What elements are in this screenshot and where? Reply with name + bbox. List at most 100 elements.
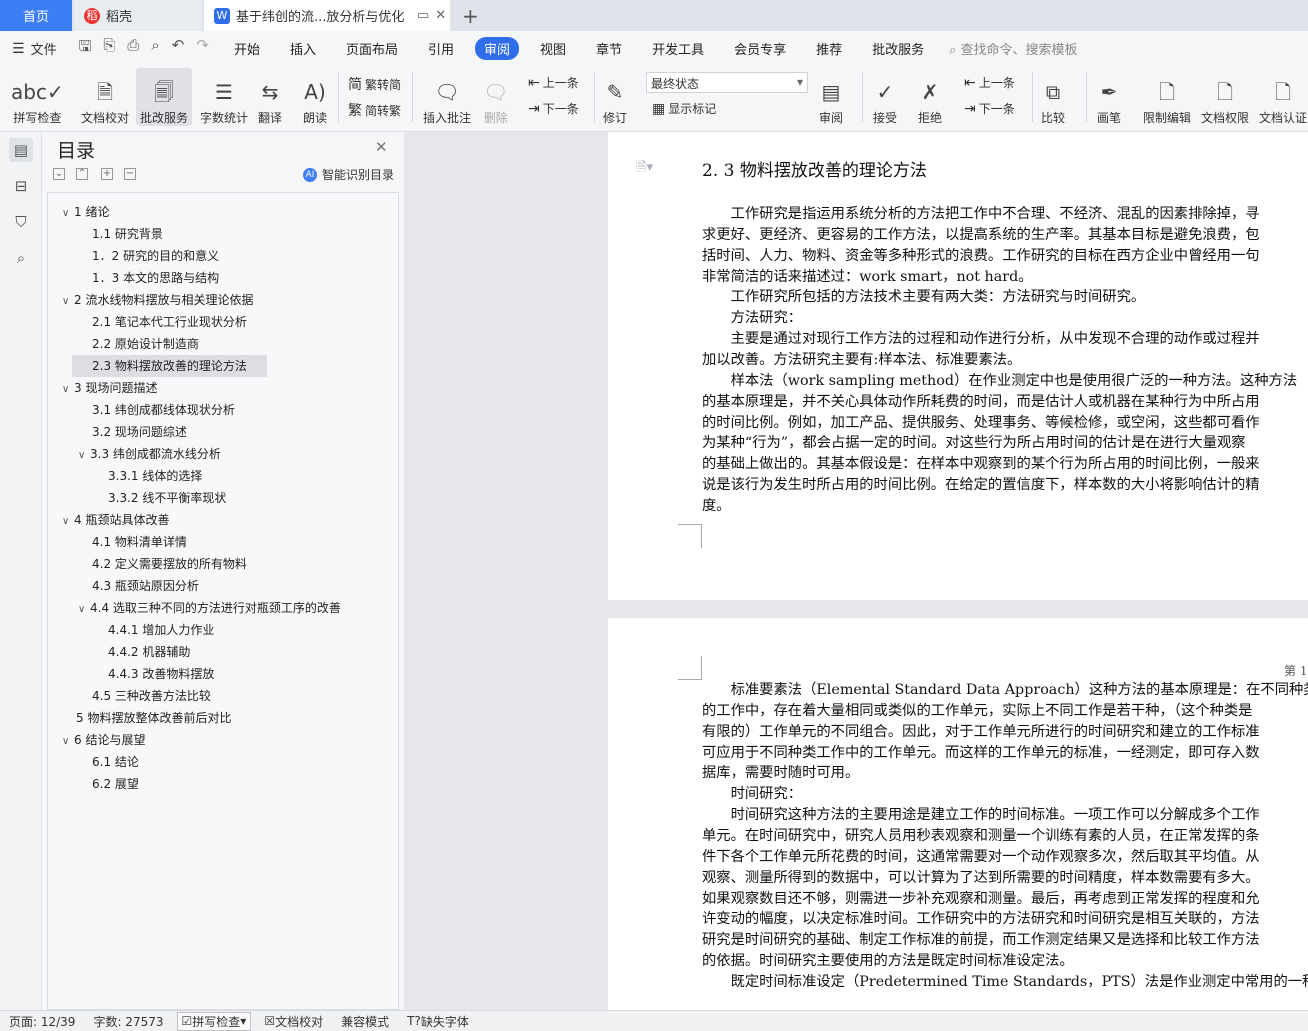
- word-count-indicator[interactable]: 字数: 27573: [84, 1013, 172, 1030]
- toc-item[interactable]: 2.1 笔记本代工行业现状分析: [92, 311, 247, 333]
- spellcheck-toggle[interactable]: ☑ 拼写检查 ▾: [176, 1011, 252, 1031]
- doc-rights-button[interactable]: 🗋 文档权限: [1198, 68, 1252, 126]
- doc-outline-icon[interactable]: 🗎▾: [636, 158, 653, 180]
- chevron-down-icon[interactable]: ∨: [62, 203, 74, 225]
- restrict-edit-button[interactable]: 🗋 限制编辑: [1140, 68, 1194, 126]
- page-indicator[interactable]: 页面: 12/39: [0, 1013, 84, 1030]
- chapter-nav-icon[interactable]: ⊟: [9, 174, 33, 198]
- toc-item[interactable]: 4.5 三种改善方法比较: [92, 685, 211, 707]
- toc-item[interactable]: ∨ 1 绪论: [62, 201, 109, 223]
- new-tab-button[interactable]: +: [462, 4, 479, 28]
- command-search[interactable]: ⌕ 查找命令、搜索模板: [949, 39, 1077, 58]
- revise-button[interactable]: ✎ 修订: [600, 68, 630, 126]
- toc-item[interactable]: ∨ 2 流水线物料摆放与相关理论依据: [62, 289, 253, 311]
- tab-daoke[interactable]: 稻 稻壳: [74, 0, 202, 31]
- close-icon[interactable]: ✕: [375, 138, 388, 156]
- toc-item[interactable]: 1．2 研究的目的和意义: [92, 245, 219, 267]
- toc-item[interactable]: 4.2 定义需要摆放的所有物料: [92, 553, 247, 575]
- toc-item[interactable]: 4.4.3 改善物料摆放: [108, 663, 214, 685]
- menu-tab[interactable]: 视图: [531, 37, 575, 60]
- display-state-select[interactable]: 最终状态: [646, 72, 808, 93]
- collapse-all-icon[interactable]: ⌃: [76, 168, 88, 180]
- toc-item[interactable]: ∨ 3.3 纬创成都流水线分析: [78, 443, 221, 465]
- show-marks-button[interactable]: ▦ 显示标记: [652, 100, 716, 117]
- file-menu-button[interactable]: ☰ 文件: [0, 39, 69, 59]
- menu-tab[interactable]: 开发工具: [643, 37, 713, 60]
- document-canvas[interactable]: 🗎▾ 2. 3 物料摆放改善的理论方法 工作研究是指运用系统分析的方法把工作中不…: [608, 132, 1308, 1010]
- menu-tab-review[interactable]: 审阅: [475, 37, 520, 60]
- tab-document[interactable]: W 基于纬创的流...放分析与优化 ▭ ✕: [204, 0, 450, 31]
- simp-to-trad-button[interactable]: 繁简转繁: [348, 100, 401, 120]
- review-pane-button[interactable]: ▤ 审阅: [816, 68, 846, 126]
- menu-tab[interactable]: 开始: [225, 37, 269, 60]
- chevron-down-icon[interactable]: ∨: [62, 731, 74, 753]
- toc-item[interactable]: ∨ 6 结论与展望: [62, 729, 145, 751]
- menu-tab[interactable]: 页面布局: [337, 37, 407, 60]
- bookmark-icon[interactable]: ⛉: [9, 210, 33, 234]
- toc-item[interactable]: 3.3.1 线体的选择: [108, 465, 202, 487]
- compare-button[interactable]: ⧉ 比较: [1038, 68, 1068, 126]
- toc-item[interactable]: 5 物料摆放整体改善前后对比: [76, 707, 231, 729]
- chevron-down-icon[interactable]: ∨: [62, 511, 74, 533]
- save-icon[interactable]: 🖫: [79, 36, 92, 61]
- toc-item[interactable]: 6.1 结论: [92, 751, 139, 773]
- undo-icon[interactable]: ↶: [172, 36, 185, 61]
- delete-comment-button[interactable]: 🗨 删除: [480, 68, 511, 126]
- next-comment-button[interactable]: ⇥ 下一条: [528, 100, 579, 117]
- prev-comment-button[interactable]: ⇤ 上一条: [528, 74, 579, 91]
- word-count-button[interactable]: ☰ 字数统计: [197, 68, 251, 126]
- toc-item[interactable]: 4.4.1 增加人力作业: [108, 619, 214, 641]
- pen-button[interactable]: ✒ 画笔: [1094, 68, 1124, 126]
- menu-tab[interactable]: 会员专享: [725, 37, 795, 60]
- print-preview-icon[interactable]: ⌕: [151, 36, 159, 61]
- toc-nav-icon[interactable]: ▤: [9, 138, 33, 162]
- prev-change-button[interactable]: ⇤ 上一条: [964, 74, 1015, 91]
- menu-tab[interactable]: 批改服务: [863, 37, 933, 60]
- tab-home[interactable]: 首页: [0, 0, 72, 31]
- search-icon[interactable]: ⌕: [9, 246, 33, 270]
- spellcheck-button[interactable]: abc✓ 拼写检查: [8, 68, 67, 126]
- toc-item[interactable]: 6.2 展望: [92, 773, 139, 795]
- close-tab-icon[interactable]: ✕: [435, 8, 446, 23]
- next-change-button[interactable]: ⇥ 下一条: [964, 100, 1015, 117]
- doc-cert-button[interactable]: 🗋 文档认证: [1256, 68, 1308, 126]
- reject-button[interactable]: ✗ 拒绝: [915, 68, 945, 126]
- trad-to-simp-button[interactable]: 简繁转简: [348, 74, 401, 94]
- read-aloud-button[interactable]: A) 朗读: [300, 68, 330, 126]
- chevron-down-icon[interactable]: ∨: [62, 291, 74, 313]
- smart-detect-toc-button[interactable]: AI 智能识别目录: [303, 166, 394, 183]
- doc-proofread-button[interactable]: 🗎 文档校对: [78, 68, 132, 126]
- print-icon[interactable]: ⎙: [127, 36, 139, 61]
- toc-item[interactable]: 3.1 纬创成都线体现状分析: [92, 399, 235, 421]
- redo-icon[interactable]: ↷: [196, 36, 209, 61]
- expand-all-icon[interactable]: ⌄: [53, 168, 65, 180]
- toc-item[interactable]: 4.3 瓶颈站原因分析: [92, 575, 199, 597]
- remove-heading-icon[interactable]: −: [124, 168, 136, 180]
- toc-item[interactable]: 1．3 本文的思路与结构: [92, 267, 219, 289]
- menu-tab[interactable]: 引用: [419, 37, 463, 60]
- toc-item[interactable]: 4.1 物料清单详情: [92, 531, 187, 553]
- correction-service-button[interactable]: 🗐 批改服务: [136, 68, 192, 126]
- toc-item[interactable]: 3.2 现场问题综述: [92, 421, 187, 443]
- menu-tab[interactable]: 推荐: [807, 37, 851, 60]
- export-pdf-icon[interactable]: ⎘: [103, 36, 115, 61]
- toc-item[interactable]: 4.4.2 机器辅助: [108, 641, 190, 663]
- add-heading-icon[interactable]: +: [101, 168, 113, 180]
- proofread-status[interactable]: ☒ 文档校对: [255, 1013, 332, 1030]
- float-window-icon[interactable]: ▭: [417, 8, 429, 23]
- chevron-down-icon[interactable]: ∨: [78, 599, 90, 621]
- toc-item[interactable]: 2.3 物料摆放改善的理论方法: [72, 355, 267, 377]
- chevron-down-icon[interactable]: ∨: [78, 445, 90, 467]
- translate-button[interactable]: ⇆ 翻译: [255, 68, 285, 126]
- missing-font-button[interactable]: T? 缺失字体: [398, 1013, 478, 1030]
- insert-comment-button[interactable]: 🗨 插入批注: [420, 68, 474, 126]
- accept-button[interactable]: ✓ 接受: [870, 68, 900, 126]
- toc-item[interactable]: 1.1 研究背景: [92, 223, 163, 245]
- toc-item[interactable]: ∨ 3 现场问题描述: [62, 377, 157, 399]
- menu-tab[interactable]: 章节: [587, 37, 631, 60]
- toc-item[interactable]: ∨ 4.4 选取三种不同的方法进行对瓶颈工序的改善: [78, 597, 341, 619]
- chevron-down-icon[interactable]: ∨: [62, 379, 74, 401]
- toc-item[interactable]: 3.3.2 线不平衡率现状: [108, 487, 226, 509]
- toc-item[interactable]: ∨ 4 瓶颈站具体改善: [62, 509, 169, 531]
- menu-tab[interactable]: 插入: [281, 37, 325, 60]
